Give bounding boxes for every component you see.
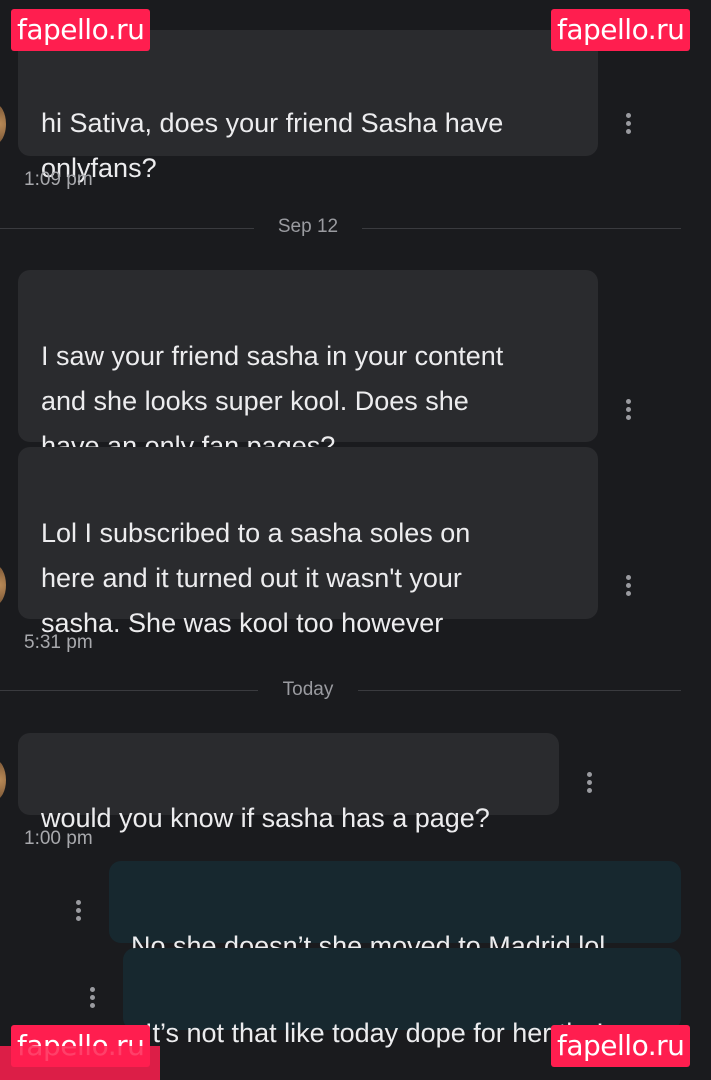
more-options-icon[interactable] — [626, 399, 632, 423]
message-timestamp: 5:31 pm — [24, 632, 93, 653]
more-options-icon[interactable] — [587, 772, 593, 796]
avatar[interactable] — [0, 760, 6, 800]
avatar[interactable] — [0, 104, 6, 144]
date-separator: Sep 12 — [277, 216, 339, 237]
message-timestamp: 1:00 pm — [24, 828, 93, 849]
watermark-logo: fapello.ru — [551, 1025, 691, 1067]
chat-screen: hi Sativa, does your friend Sasha have o… — [0, 0, 711, 1080]
divider-line — [0, 228, 254, 229]
incoming-message[interactable]: I saw your friend sasha in your content … — [18, 270, 598, 461]
date-separator: Today — [282, 679, 334, 700]
outgoing-message[interactable]: No she doesn’t she moved to Madrid lol — [109, 861, 681, 961]
more-options-icon[interactable] — [626, 113, 632, 137]
message-text: I saw your friend sasha in your content … — [41, 341, 504, 461]
more-options-icon[interactable] — [76, 900, 82, 924]
incoming-message[interactable]: would you know if sasha has a page? — [18, 733, 559, 833]
message-text: Lol I subscribed to a sasha soles on her… — [41, 518, 471, 638]
message-timestamp: 1:09 pm — [24, 169, 93, 190]
message-text: hi Sativa, does your friend Sasha have o… — [41, 108, 504, 183]
divider-line — [0, 690, 258, 691]
avatar[interactable] — [0, 565, 6, 605]
message-text: would you know if sasha has a page? — [41, 803, 490, 833]
incoming-message[interactable]: Lol I subscribed to a sasha soles on her… — [18, 447, 598, 638]
watermark-logo: fapello.ru — [551, 9, 691, 51]
more-options-icon[interactable] — [626, 575, 632, 599]
divider-line — [362, 228, 681, 229]
more-options-icon[interactable] — [90, 987, 96, 1011]
divider-line — [358, 690, 681, 691]
outgoing-message[interactable]: It’s not that like today dope for her th… — [123, 948, 681, 1048]
watermark-strip — [0, 1046, 160, 1080]
message-text: It’s not that like today dope for her th… — [145, 1018, 604, 1048]
watermark-logo: fapello.ru — [11, 9, 151, 51]
